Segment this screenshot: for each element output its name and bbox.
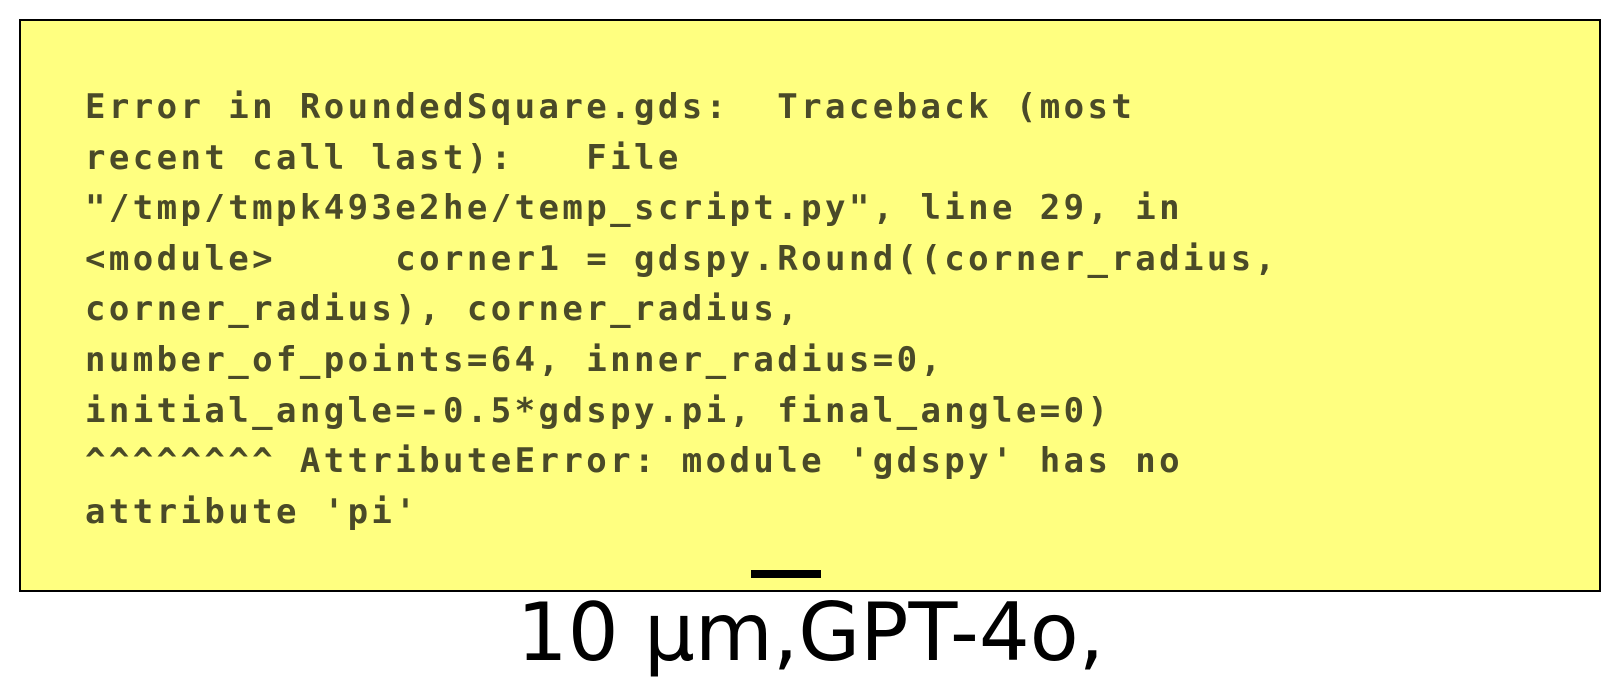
error-line: Error in RoundedSquare.gds: Traceback (m… (85, 87, 1136, 127)
error-line: "/tmp/tmpk493e2he/temp_script.py", line … (85, 188, 1184, 229)
caption: 10 μm,GPT-4o, (516, 586, 1105, 679)
error-line: <module> corner1 = gdspy.Round((corner_r… (85, 238, 1279, 279)
error-line: attribute 'pi' (85, 491, 420, 532)
scale-bar (751, 570, 821, 578)
error-line: number_of_points=64, inner_radius=0, (85, 339, 945, 380)
error-line: recent call last): File (85, 137, 682, 178)
error-line: ^^^^^^^^ AttributeError: module 'gdspy' … (85, 441, 1184, 482)
error-line: corner_radius), corner_radius, (85, 289, 802, 330)
error-line: initial_angle=-0.5*gdspy.pi, final_angle… (85, 390, 1112, 431)
error-message: Error in RoundedSquare.gds: Traceback (m… (85, 82, 1585, 537)
error-panel: Error in RoundedSquare.gds: Traceback (m… (19, 19, 1601, 592)
